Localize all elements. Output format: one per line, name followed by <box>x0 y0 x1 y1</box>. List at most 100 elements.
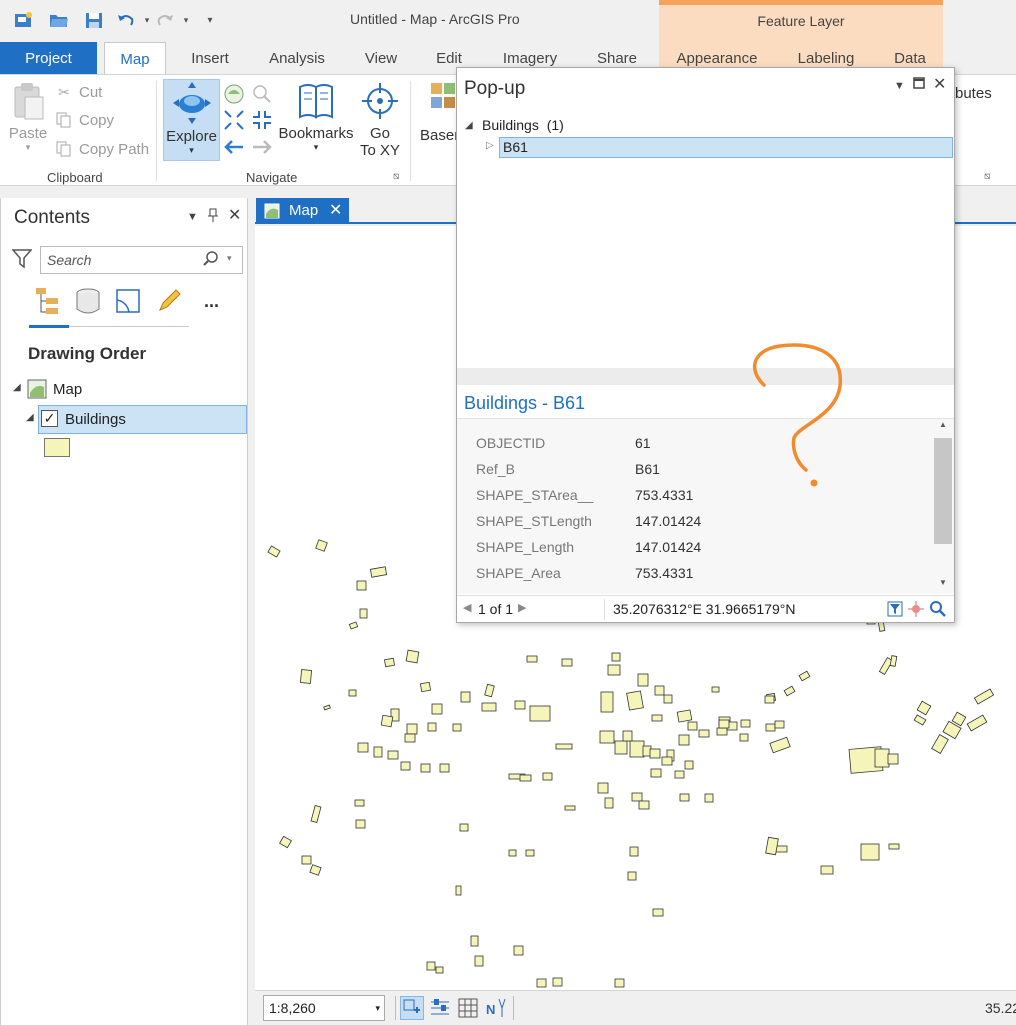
popup-scrollbar[interactable]: ▲ ▼ <box>934 420 952 590</box>
building-footprint[interactable] <box>459 823 469 832</box>
popup-maximize-icon[interactable] <box>913 77 925 92</box>
building-footprint[interactable] <box>599 730 615 744</box>
building-footprint[interactable] <box>380 714 394 728</box>
building-footprint[interactable] <box>359 608 368 619</box>
building-footprint[interactable] <box>267 545 281 558</box>
expand-feature-icon[interactable]: ▷ <box>486 140 494 151</box>
building-footprint[interactable] <box>460 691 471 703</box>
pin-icon[interactable] <box>207 208 219 225</box>
filter-to-feature-icon[interactable] <box>887 601 903 620</box>
building-footprint[interactable] <box>369 566 388 578</box>
building-footprint[interactable] <box>860 843 880 861</box>
building-footprint[interactable] <box>279 835 292 849</box>
search-input[interactable] <box>47 252 197 268</box>
tab-map[interactable]: Map <box>104 42 166 75</box>
building-footprint[interactable] <box>638 800 650 810</box>
popup-options-icon[interactable]: ▼ <box>894 80 905 92</box>
buildings-layer-row[interactable]: ✓ Buildings <box>38 405 247 434</box>
building-footprint[interactable] <box>649 748 661 759</box>
building-footprint[interactable] <box>820 865 834 875</box>
building-footprint[interactable] <box>889 655 898 667</box>
tab-project[interactable]: Project <box>0 42 97 74</box>
attributes-label-partial[interactable]: butes <box>955 85 992 102</box>
building-footprint[interactable] <box>470 935 479 947</box>
tab-insert[interactable]: Insert <box>180 42 240 74</box>
building-footprint[interactable] <box>404 733 416 743</box>
popup-layer-node[interactable]: Buildings (1) <box>482 117 564 133</box>
building-footprint[interactable] <box>383 657 396 668</box>
building-footprint[interactable] <box>526 655 538 663</box>
layer-visibility-checkbox[interactable]: ✓ <box>41 410 58 427</box>
building-footprint[interactable] <box>774 720 785 729</box>
building-footprint[interactable] <box>718 719 730 729</box>
building-footprint[interactable] <box>951 711 967 727</box>
building-footprint[interactable] <box>973 688 995 705</box>
search-options-icon[interactable]: ▾ <box>227 253 232 264</box>
undo-icon[interactable] <box>116 10 136 30</box>
cut-button[interactable]: ✂ Cut <box>55 83 102 101</box>
building-footprint[interactable] <box>887 753 899 765</box>
building-footprint[interactable] <box>627 871 637 881</box>
list-by-editing-icon[interactable] <box>154 286 184 316</box>
building-footprint[interactable] <box>357 742 369 753</box>
building-footprint[interactable] <box>704 793 714 803</box>
popup-splitter[interactable] <box>457 368 954 385</box>
list-by-selection-icon[interactable] <box>113 286 143 316</box>
more-options-label[interactable]: ... <box>204 291 219 312</box>
redo-icon[interactable] <box>155 10 175 30</box>
building-footprint[interactable] <box>387 750 399 760</box>
building-footprint[interactable] <box>679 793 690 802</box>
building-footprint[interactable] <box>564 805 576 811</box>
copy-path-button[interactable]: Copy Path <box>55 140 149 158</box>
building-footprint[interactable] <box>661 756 673 766</box>
building-footprint[interactable] <box>301 855 312 865</box>
building-footprint[interactable] <box>309 864 322 876</box>
dialog-launcher-icon[interactable]: ⧅ <box>984 171 990 182</box>
tab-analysis[interactable]: Analysis <box>258 42 336 74</box>
close-icon[interactable]: ✕ <box>228 205 241 225</box>
layer-symbol-swatch[interactable] <box>44 438 70 457</box>
building-footprint[interactable] <box>406 723 418 735</box>
expand-layer-icon[interactable]: ◢ <box>26 412 34 423</box>
building-footprint[interactable] <box>765 723 776 732</box>
copy-button[interactable]: Copy <box>55 111 114 129</box>
building-footprint[interactable] <box>561 658 573 667</box>
building-footprint[interactable] <box>711 686 720 693</box>
collapse-layer-icon[interactable]: ◢ <box>465 120 473 131</box>
search-box[interactable]: ▾ <box>40 246 243 274</box>
building-footprint[interactable] <box>542 772 553 781</box>
building-footprint[interactable] <box>913 714 927 726</box>
building-footprint[interactable] <box>629 846 639 857</box>
paste-button[interactable]: Paste ▾ <box>6 81 50 153</box>
go-to-xy-button[interactable]: Go To XY <box>358 81 402 159</box>
building-footprint[interactable] <box>676 709 693 723</box>
previous-extent-icon[interactable] <box>223 137 245 160</box>
building-footprint[interactable] <box>888 843 900 850</box>
building-footprint[interactable] <box>611 652 621 662</box>
building-footprint[interactable] <box>400 761 411 771</box>
constraints-icon[interactable] <box>428 996 452 1023</box>
popup-feature-node[interactable]: B61 <box>499 137 953 158</box>
scale-select[interactable]: 1:8,260 ▾ <box>263 995 385 1021</box>
zoom-out-arrows-icon[interactable] <box>251 109 273 134</box>
building-footprint[interactable] <box>529 705 551 722</box>
building-footprint[interactable] <box>764 695 775 704</box>
scroll-down-icon[interactable]: ▼ <box>939 578 947 587</box>
building-footprint[interactable] <box>525 849 535 857</box>
building-footprint[interactable] <box>637 673 649 687</box>
building-footprint[interactable] <box>555 743 573 750</box>
building-footprint[interactable] <box>514 700 526 710</box>
building-footprint[interactable] <box>716 727 728 736</box>
building-footprint[interactable] <box>740 719 751 728</box>
scroll-up-icon[interactable]: ▲ <box>939 420 947 429</box>
redo-dropdown-icon[interactable]: ▾ <box>176 10 196 30</box>
building-footprint[interactable] <box>431 703 443 715</box>
expand-map-icon[interactable]: ◢ <box>13 382 21 393</box>
building-footprint[interactable] <box>607 664 621 676</box>
building-footprint[interactable] <box>651 714 663 722</box>
building-footprint[interactable] <box>614 978 625 988</box>
list-by-source-icon[interactable] <box>73 286 103 316</box>
map-tab-close-icon[interactable]: ✕ <box>329 200 342 220</box>
undo-dropdown-icon[interactable]: ▾ <box>137 10 157 30</box>
building-footprint[interactable] <box>348 621 359 630</box>
